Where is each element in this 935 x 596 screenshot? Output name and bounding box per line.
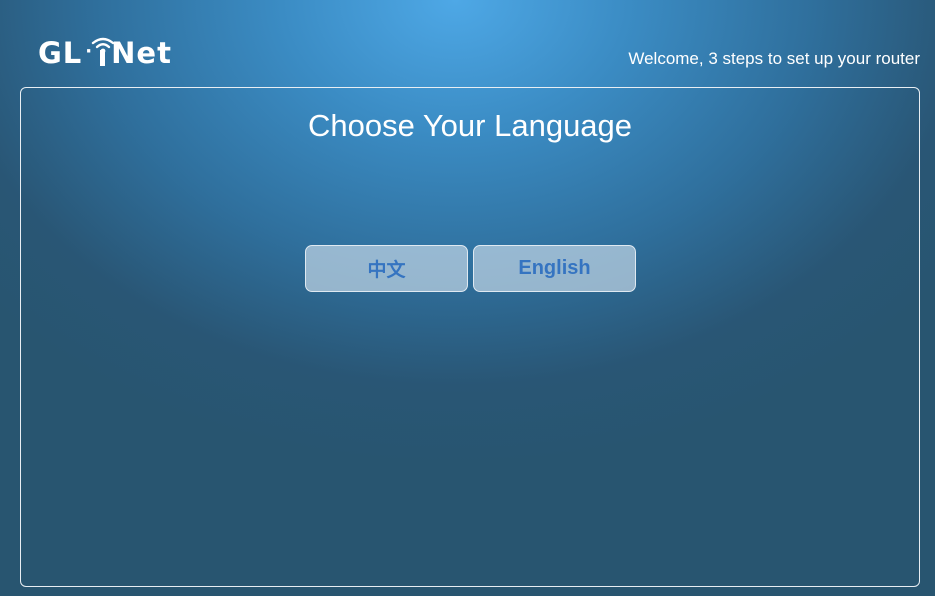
english-language-button[interactable]: English: [473, 245, 636, 292]
wifi-i-icon: [91, 36, 115, 70]
page-title: Choose Your Language: [307, 108, 633, 143]
setup-panel: Choose Your Language 中文 English: [20, 87, 920, 587]
chinese-language-button[interactable]: 中文: [305, 245, 468, 292]
logo-text-gl: GL: [38, 36, 83, 70]
logo-text-net: Net: [111, 36, 172, 70]
gl-inet-logo: GL · Net: [38, 28, 172, 70]
language-button-group: 中文 English: [305, 245, 636, 292]
welcome-message: Welcome, 3 steps to set up your router: [628, 49, 920, 68]
